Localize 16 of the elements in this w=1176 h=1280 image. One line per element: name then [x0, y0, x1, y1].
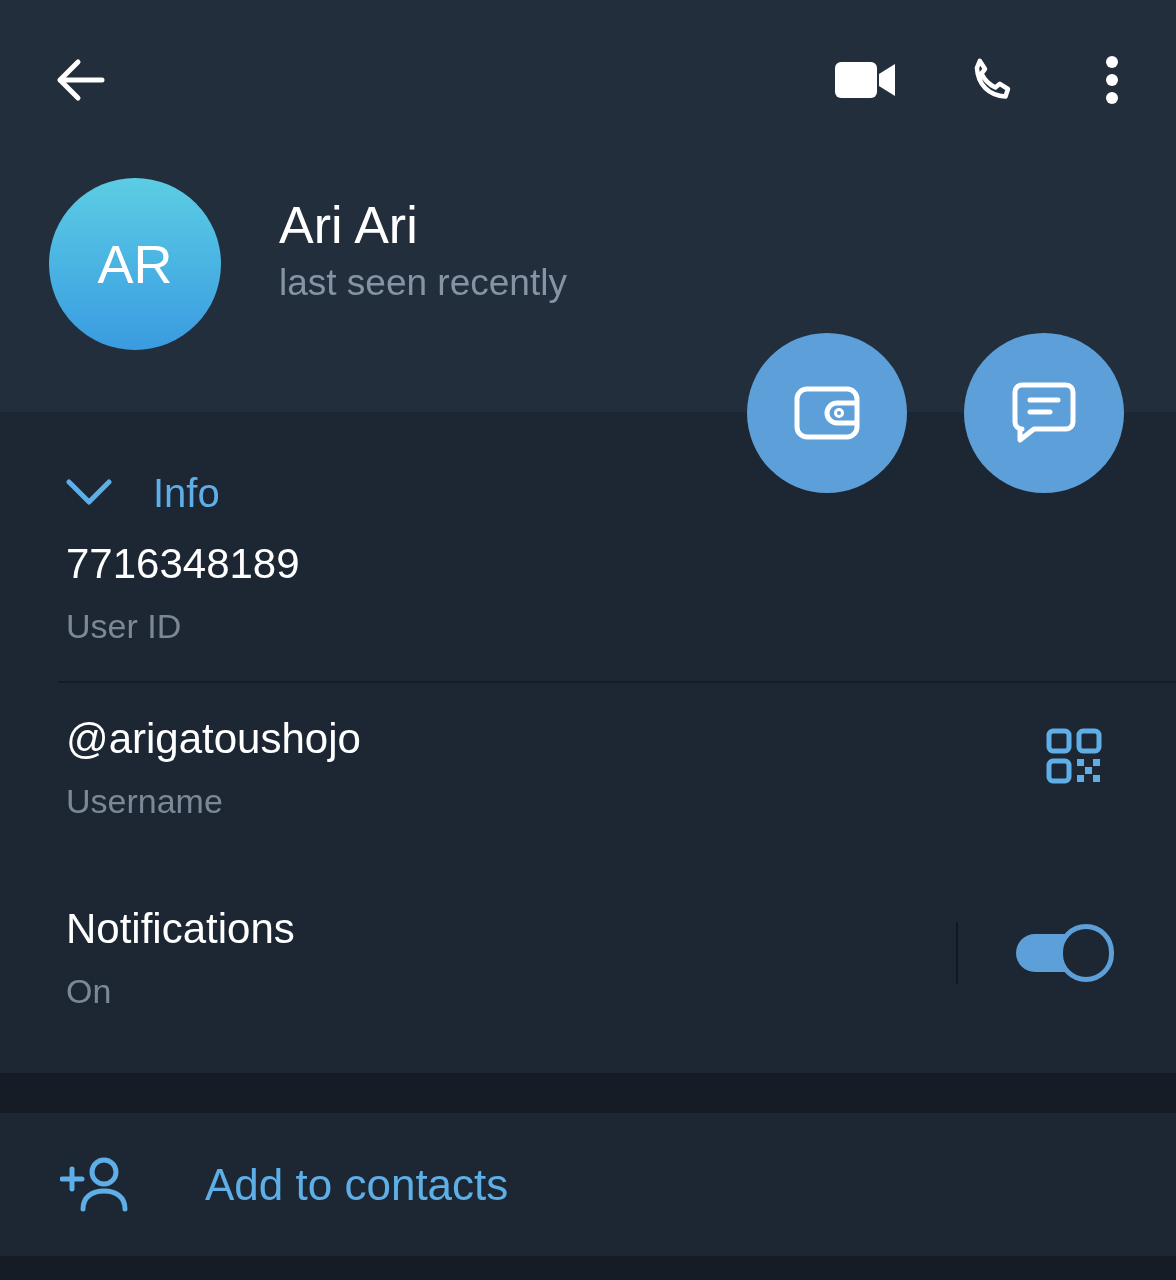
row-label: User ID [66, 606, 183, 647]
contact-name: Ari Ari [279, 195, 419, 257]
notifications-toggle[interactable] [1016, 924, 1114, 982]
row-label: On [66, 971, 113, 1012]
wallet-icon [794, 386, 860, 440]
row-value: @arigatoushojo [66, 714, 362, 764]
avatar: AR [49, 178, 221, 350]
last-seen-status: last seen recently [279, 261, 567, 306]
row-value: Notifications [66, 904, 296, 954]
message-icon [1012, 382, 1076, 444]
add-contact-button[interactable]: Add to contacts [0, 1113, 1176, 1256]
row-label: Username [66, 781, 224, 822]
row-value: 7716348189 [66, 539, 301, 589]
qr-code-icon[interactable] [1046, 728, 1102, 784]
info-section-header[interactable]: Info [66, 470, 220, 516]
add-person-icon [60, 1156, 130, 1213]
